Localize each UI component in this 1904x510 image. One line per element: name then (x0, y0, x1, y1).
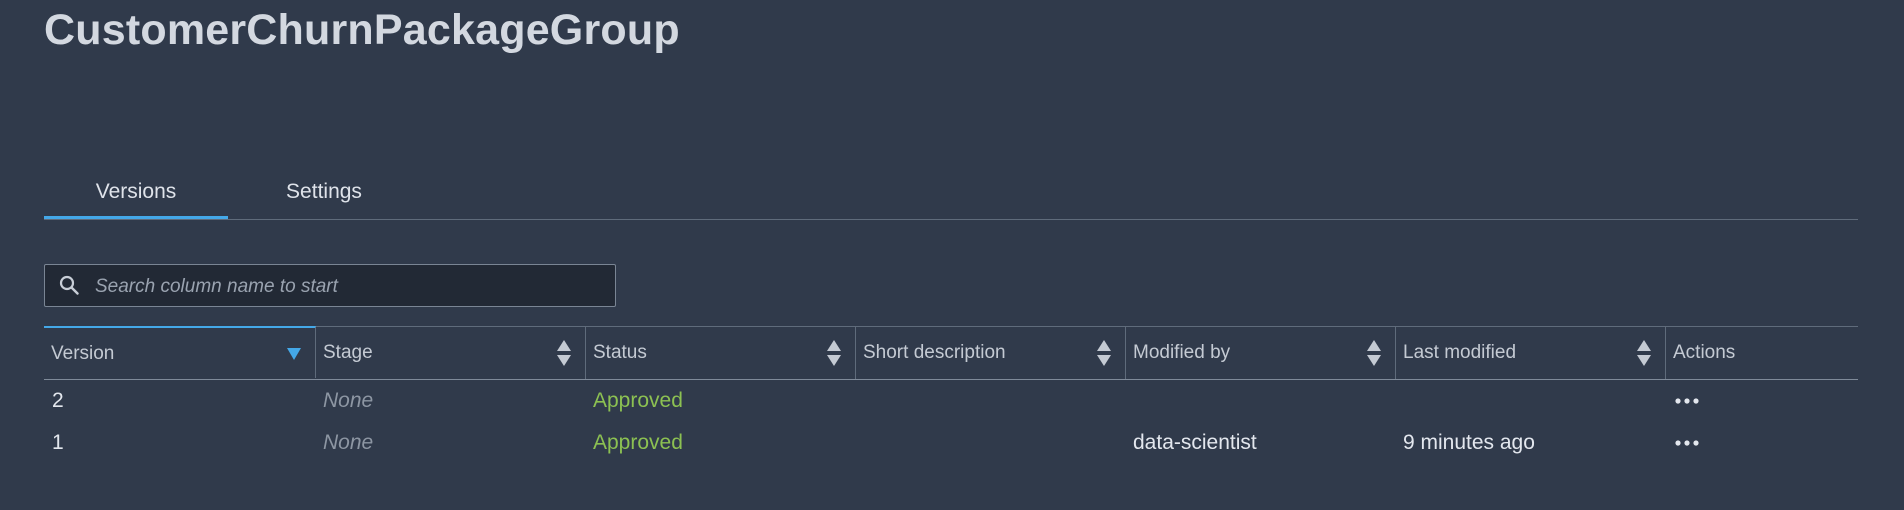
versions-table: Version Stage Status Short description M… (44, 326, 1858, 464)
tab-settings[interactable]: Settings (278, 180, 370, 218)
cell-actions (1666, 380, 1858, 422)
cell-version: 1 (52, 431, 64, 454)
column-header-last-modified[interactable]: Last modified (1396, 327, 1666, 379)
sort-icon (1097, 340, 1111, 366)
column-header-short-description[interactable]: Short description (856, 327, 1126, 379)
cell-status: Approved (593, 431, 683, 454)
cell-stage: None (323, 389, 374, 412)
search-icon (59, 275, 79, 295)
cell-stage: None (323, 431, 374, 454)
cell-version: 2 (52, 389, 64, 412)
column-header-label: Status (593, 342, 647, 363)
column-header-version[interactable]: Version (44, 326, 316, 378)
column-header-label: Version (51, 343, 115, 364)
column-header-status[interactable]: Status (586, 327, 856, 379)
column-header-modified-by[interactable]: Modified by (1126, 327, 1396, 379)
sort-icon (557, 340, 571, 366)
column-header-label: Short description (863, 342, 1006, 363)
sort-icon (827, 340, 841, 366)
sort-descending-icon (287, 348, 301, 360)
more-horizontal-icon[interactable] (1674, 434, 1700, 452)
cell-short-description (856, 380, 1126, 422)
cell-modified-by (1126, 380, 1396, 422)
column-header-actions: Actions (1666, 327, 1858, 379)
cell-actions (1666, 422, 1858, 464)
column-header-stage[interactable]: Stage (316, 327, 586, 379)
model-package-group-page: CustomerChurnPackageGroup Versions Setti… (0, 0, 1904, 510)
table-header: Version Stage Status Short description M… (44, 326, 1858, 380)
tab-versions[interactable]: Versions (44, 180, 228, 219)
cell-short-description (856, 422, 1126, 464)
column-header-label: Stage (323, 342, 373, 363)
sort-icon (1367, 340, 1381, 366)
search-box[interactable] (44, 264, 616, 308)
cell-status: Approved (593, 389, 683, 412)
table-row[interactable]: 1 None Approved data-scientist 9 minutes… (44, 422, 1858, 464)
table-row[interactable]: 2 None Approved (44, 380, 1858, 422)
page-title: CustomerChurnPackageGroup (44, 6, 680, 54)
cell-last-modified (1396, 380, 1666, 422)
column-header-label: Modified by (1133, 342, 1231, 363)
column-header-label: Actions (1673, 342, 1736, 363)
more-horizontal-icon[interactable] (1674, 392, 1700, 410)
search-input[interactable] (93, 265, 607, 308)
column-header-label: Last modified (1403, 342, 1517, 363)
cell-modified-by: data-scientist (1133, 431, 1257, 454)
sort-icon (1637, 340, 1651, 366)
tab-bar: Versions Settings (44, 180, 1858, 220)
cell-last-modified: 9 minutes ago (1403, 431, 1535, 454)
